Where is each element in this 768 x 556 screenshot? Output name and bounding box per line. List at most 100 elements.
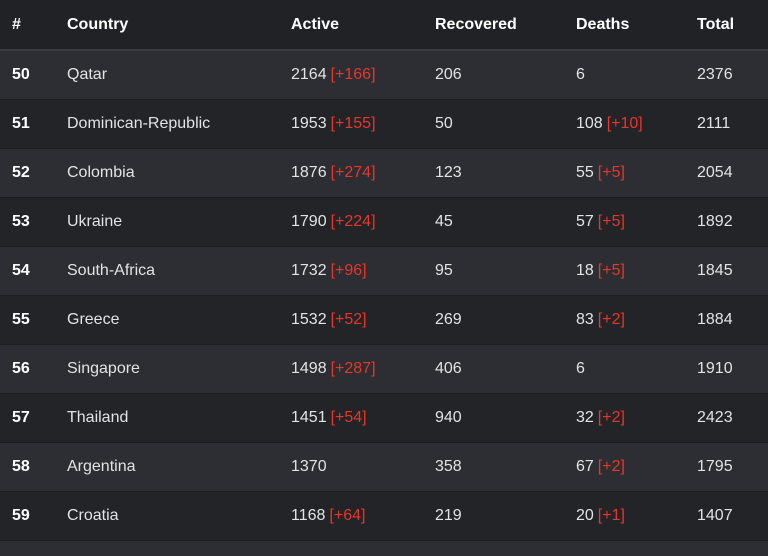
deaths-value: 67 — [576, 457, 594, 475]
table-row[interactable]: 58 Argentina 1370 358 67 [+2] 1795 — [0, 442, 768, 491]
table-row[interactable]: 55 Greece 1532 [+52] 269 83 [+2] 1884 — [0, 295, 768, 344]
deaths-delta: [+2] — [597, 457, 625, 475]
active-value: 1168 — [291, 506, 326, 524]
deaths-value: 108 — [576, 114, 603, 132]
row-country: Dominican-Republic — [67, 114, 211, 132]
row-active: 1168 [+64] — [291, 491, 435, 540]
row-country: Ukraine — [67, 212, 123, 230]
row-deaths: 67 [+2] — [576, 442, 697, 491]
row-active: 1876 [+274] — [291, 148, 435, 197]
row-country: Croatia — [67, 506, 119, 524]
row-deaths: 108 [+10] — [576, 99, 697, 148]
row-recovered: 219 — [435, 506, 462, 524]
row-deaths: 20 [+1] — [576, 491, 697, 540]
row-recovered: 358 — [435, 457, 462, 475]
deaths-value: 6 — [576, 359, 585, 377]
active-value: 1953 — [291, 114, 327, 132]
row-recovered: 45 — [435, 212, 453, 230]
row-active: 1732 [+96] — [291, 246, 435, 295]
row-rank: 59 — [12, 506, 30, 524]
row-total: 1910 — [697, 359, 733, 377]
active-value: 1532 — [291, 310, 327, 328]
row-active: 1532 [+52] — [291, 295, 435, 344]
deaths-delta: [+2] — [597, 408, 625, 426]
header-country[interactable]: Country — [67, 0, 291, 51]
active-value: 1876 — [291, 163, 327, 181]
row-rank: 57 — [12, 408, 30, 426]
row-deaths: 6 — [576, 50, 697, 99]
deaths-value: 18 — [576, 261, 594, 279]
deaths-delta: [+10] — [606, 114, 643, 132]
active-delta: [+52] — [330, 310, 367, 328]
row-active: 1370 — [291, 442, 435, 491]
row-active: 1498 [+287] — [291, 344, 435, 393]
row-rank: 55 — [12, 310, 30, 328]
row-recovered: 406 — [435, 359, 462, 377]
row-recovered: 95 — [435, 261, 453, 279]
stats-table: # Country Active Recovered Deaths Total … — [0, 0, 768, 541]
deaths-value: 57 — [576, 212, 594, 230]
deaths-value: 32 — [576, 408, 594, 426]
table-row[interactable]: 57 Thailand 1451 [+54] 940 32 [+2] 2423 — [0, 393, 768, 442]
row-rank: 52 — [12, 163, 30, 181]
row-recovered: 206 — [435, 65, 462, 83]
table-row[interactable]: 51 Dominican-Republic 1953 [+155] 50 108[… — [0, 99, 768, 148]
row-total: 2111 — [697, 114, 731, 132]
table-row[interactable]: 52 Colombia 1876 [+274] 123 55 [+5] 2054 — [0, 148, 768, 197]
row-active: 1953 [+155] — [291, 99, 435, 148]
row-total: 1845 — [697, 261, 733, 279]
row-recovered: 269 — [435, 310, 462, 328]
active-delta: [+96] — [330, 261, 367, 279]
active-delta: [+166] — [330, 65, 376, 83]
deaths-value: 55 — [576, 163, 594, 181]
row-active: 2164 [+166] — [291, 50, 435, 99]
table-row[interactable]: 59 Croatia 1168 [+64] 219 20 [+1] 1407 — [0, 491, 768, 540]
header-rank[interactable]: # — [0, 0, 67, 51]
row-deaths: 6 — [576, 344, 697, 393]
table-row[interactable]: 56 Singapore 1498 [+287] 406 6 1910 — [0, 344, 768, 393]
table-row[interactable]: 50 Qatar 2164 [+166] 206 6 2376 — [0, 50, 768, 99]
next-row-partial — [0, 540, 768, 556]
deaths-delta: [+1] — [597, 506, 625, 524]
row-deaths: 83 [+2] — [576, 295, 697, 344]
row-country: Qatar — [67, 65, 108, 83]
row-country: Greece — [67, 310, 120, 328]
header-deaths[interactable]: Deaths — [576, 0, 697, 51]
active-value: 1732 — [291, 261, 327, 279]
active-value: 1451 — [291, 408, 327, 426]
row-total: 2423 — [697, 408, 733, 426]
row-country: Colombia — [67, 163, 135, 181]
active-value: 1498 — [291, 359, 327, 377]
active-value: 1370 — [291, 457, 327, 475]
header-row: # Country Active Recovered Deaths Total — [0, 0, 768, 51]
row-recovered: 123 — [435, 163, 462, 181]
row-deaths: 32 [+2] — [576, 393, 697, 442]
row-rank: 54 — [12, 261, 30, 279]
row-active: 1451 [+54] — [291, 393, 435, 442]
row-deaths: 57 [+5] — [576, 197, 697, 246]
table-header: # Country Active Recovered Deaths Total — [0, 0, 768, 51]
header-active[interactable]: Active — [291, 0, 435, 51]
row-recovered: 940 — [435, 408, 462, 426]
row-rank: 50 — [12, 65, 30, 83]
header-recovered[interactable]: Recovered — [435, 0, 576, 51]
row-country: Argentina — [67, 457, 136, 475]
active-value: 1790 — [291, 212, 327, 230]
row-deaths: 18 [+5] — [576, 246, 697, 295]
deaths-delta: [+5] — [597, 212, 625, 230]
row-active: 1790 [+224] — [291, 197, 435, 246]
header-total[interactable]: Total — [697, 0, 768, 51]
row-recovered: 50 — [435, 114, 453, 132]
table-row[interactable]: 53 Ukraine 1790 [+224] 45 57 [+5] 1892 — [0, 197, 768, 246]
row-total: 1884 — [697, 310, 733, 328]
row-rank: 56 — [12, 359, 30, 377]
row-country: Thailand — [67, 408, 129, 426]
table-row[interactable]: 54 South-Africa 1732 [+96] 95 18 [+5] 1845 — [0, 246, 768, 295]
row-total: 1892 — [697, 212, 733, 230]
active-delta: [+64] — [329, 506, 366, 524]
active-value: 2164 — [291, 65, 327, 83]
table-body: 50 Qatar 2164 [+166] 206 6 2376 51 Domini… — [0, 50, 768, 540]
row-total: 2054 — [697, 163, 733, 181]
row-total: 1407 — [697, 506, 733, 524]
row-total: 1795 — [697, 457, 733, 475]
